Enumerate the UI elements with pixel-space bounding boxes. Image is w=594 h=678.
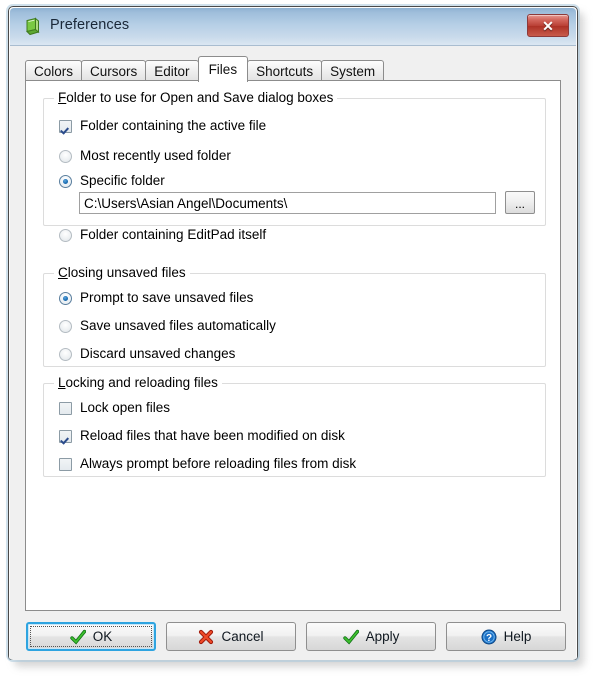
group-folder-for-dialogs: Folder to use for Open and Save dialog b… [43,90,546,242]
close-icon: ✕ [542,17,554,34]
preferences-dialog: Preferences ✕ Colors Cursors Editor File… [6,4,580,662]
group-label-rest: losing unsaved files [67,265,186,280]
green-check-icon [342,629,359,645]
label-reload-modified: Reload files that have been modified on … [80,428,345,444]
cancel-button[interactable]: Cancel [166,622,296,651]
title-bar[interactable]: Preferences ✕ [10,8,576,46]
label-always-prompt-reload: Always prompt before reloading files fro… [80,456,357,472]
apply-button-label: Apply [365,629,400,644]
checkbox-folder-active-file[interactable] [59,119,72,133]
tab-label: Files [208,62,238,77]
svg-text:?: ? [486,633,492,644]
tab-label: Cursors [90,63,138,79]
radio-row-discard-changes[interactable]: Discard unsaved changes [59,345,235,363]
apply-button[interactable]: Apply [306,622,436,651]
group-closing-label: Closing unsaved files [54,265,190,280]
label-folder-active-file: Folder containing the active file [80,118,267,134]
radio-row-most-recently-used[interactable]: Most recently used folder [59,147,231,165]
files-tab-page: Folder to use for Open and Save dialog b… [25,80,561,611]
radio-discard-changes[interactable] [59,347,72,361]
checkbox-row-always-prompt-reload[interactable]: Always prompt before reloading files fro… [59,455,356,473]
checkbox-row-lock-open-files[interactable]: Lock open files [59,399,170,417]
tab-system[interactable]: System [321,60,385,81]
label-lock-open-files: Lock open files [80,400,171,416]
radio-row-save-automatically[interactable]: Save unsaved files automatically [59,317,276,335]
accel-letter: L [58,375,66,390]
tab-strip: Colors Cursors Editor Files Shortcuts Sy… [25,56,385,82]
radio-save-automatically[interactable] [59,319,72,333]
tab-shortcuts[interactable]: Shortcuts [247,60,323,81]
checkbox-row-reload-modified[interactable]: Reload files that have been modified on … [59,427,345,445]
radio-row-prompt-to-save[interactable]: Prompt to save unsaved files [59,289,253,307]
dialog-button-bar: OK Cancel Apply ? Help [10,617,576,660]
tab-cursors[interactable]: Cursors [81,60,147,81]
radio-prompt-to-save[interactable] [59,291,72,305]
radio-specific-folder[interactable] [59,174,72,188]
radio-row-active-file[interactable]: Folder containing the active file [59,117,266,135]
dialog-client-area: Colors Cursors Editor Files Shortcuts Sy… [10,46,576,660]
group-locking-reloading-files: Locking and reloading files Lock open fi… [43,375,546,477]
group-locking-label: Locking and reloading files [54,375,222,390]
label-prompt-to-save: Prompt to save unsaved files [80,290,254,306]
label-save-automatically: Save unsaved files automatically [80,318,276,334]
accel-letter: C [58,265,68,280]
browse-folder-button[interactable]: ... [505,191,535,214]
radio-row-editpad-folder[interactable]: Folder containing EditPad itself [59,226,266,244]
radio-row-specific-folder[interactable]: Specific folder [59,172,165,190]
tab-label: System [330,63,376,79]
specific-folder-path-input[interactable]: C:\Users\Asian Angel\Documents\ [79,192,496,214]
tab-label: Colors [34,63,74,79]
desktop-backdrop: Preferences ✕ Colors Cursors Editor File… [0,0,594,678]
accel-letter: F [58,90,67,105]
checkbox-reload-modified[interactable] [59,429,72,443]
tab-files[interactable]: Files [197,56,249,82]
label-editpad-folder: Folder containing EditPad itself [80,227,267,243]
window-title: Preferences [50,17,130,33]
checkbox-always-prompt-reload[interactable] [59,457,72,471]
group-folder-label: Folder to use for Open and Save dialog b… [54,90,338,105]
tab-label: Editor [154,63,190,79]
red-x-icon [198,629,214,645]
label-most-recently-used: Most recently used folder [80,148,231,164]
green-check-icon [70,629,86,645]
ok-button-label: OK [92,629,113,644]
group-closing-unsaved-files: Closing unsaved files Prompt to save uns… [43,265,546,367]
tab-editor[interactable]: Editor [145,60,199,81]
blue-question-icon: ? [481,629,497,645]
browse-button-label: ... [514,197,525,211]
checkbox-lock-open-files[interactable] [59,401,72,415]
group-label-rest: older to use for Open and Save dialog bo… [66,90,334,105]
radio-editpad-folder[interactable] [59,228,72,242]
editpad-notepad-icon [23,17,43,37]
help-button[interactable]: ? Help [446,622,566,651]
cancel-button-label: Cancel [221,629,264,644]
tab-label: Shortcuts [256,63,314,79]
group-label-rest: ocking and reloading files [65,375,218,390]
label-specific-folder: Specific folder [80,173,165,189]
radio-most-recently-used[interactable] [59,149,72,163]
ok-button[interactable]: OK [26,622,156,651]
help-button-label: Help [503,629,532,644]
close-button[interactable]: ✕ [527,14,569,37]
focus-rectangle [30,626,152,647]
label-discard-changes: Discard unsaved changes [80,346,236,362]
tab-colors[interactable]: Colors [25,60,83,81]
